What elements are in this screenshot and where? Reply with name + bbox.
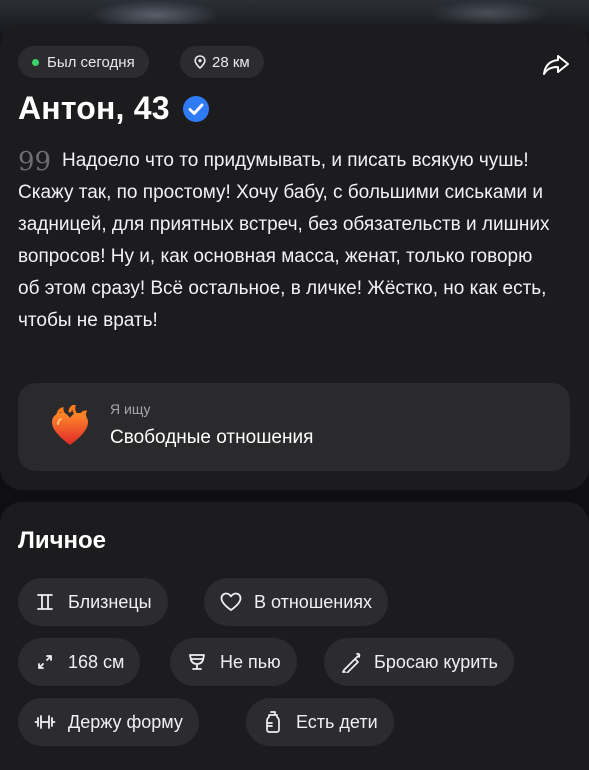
tag-label: В отношениях — [254, 591, 373, 612]
tag-label: Близнецы — [68, 591, 152, 612]
height-arrows-icon — [34, 651, 56, 673]
tag-fitness: Держу форму — [18, 698, 199, 746]
seeking-value: Свободные отношения — [110, 427, 314, 448]
glass-icon — [186, 651, 208, 673]
tag-label: Не пью — [220, 651, 281, 672]
location-pin-icon — [194, 55, 206, 69]
seeking-label: Я ищу — [110, 401, 151, 417]
online-status-chip: Был сегодня — [18, 46, 149, 78]
dumbbell-icon — [34, 711, 56, 733]
tag-relationship: В отношениях — [204, 578, 389, 626]
share-icon[interactable] — [541, 50, 571, 80]
online-status-text: Был сегодня — [47, 53, 135, 71]
online-dot-icon — [32, 58, 39, 66]
tag-children: Есть дети — [246, 698, 394, 746]
bio-block: 99 Надоело что то придумывать, и писать … — [18, 145, 558, 337]
fire-heart-icon — [52, 405, 88, 445]
personal-section-title: Личное — [18, 527, 107, 554]
tag-zodiac: Близнецы — [18, 578, 168, 626]
tag-smoking: Бросаю курить — [324, 638, 514, 686]
profile-name: Антон, 43 — [18, 90, 170, 126]
cigarette-icon — [340, 651, 362, 673]
tag-height: 168 см — [18, 638, 141, 686]
quote-icon: 99 — [18, 147, 52, 177]
gemini-icon — [34, 591, 56, 613]
distance-chip: 28 км — [180, 46, 264, 78]
seeking-box: Я ищу Свободные отношения — [18, 383, 570, 471]
tag-drinking: Не пью — [170, 638, 297, 686]
tag-label: Держу форму — [68, 711, 183, 732]
tag-label: Бросаю курить — [374, 651, 498, 672]
heart-outline-icon — [220, 591, 242, 613]
tag-label: Есть дети — [296, 711, 378, 732]
name-row: Антон, 43 — [18, 90, 210, 127]
verified-badge-icon — [182, 95, 210, 123]
tag-label: 168 см — [68, 651, 125, 672]
bio-text: Надоело что то придумывать, и писать вся… — [18, 150, 550, 331]
distance-text: 28 км — [212, 53, 250, 71]
baby-bottle-icon — [262, 711, 284, 733]
